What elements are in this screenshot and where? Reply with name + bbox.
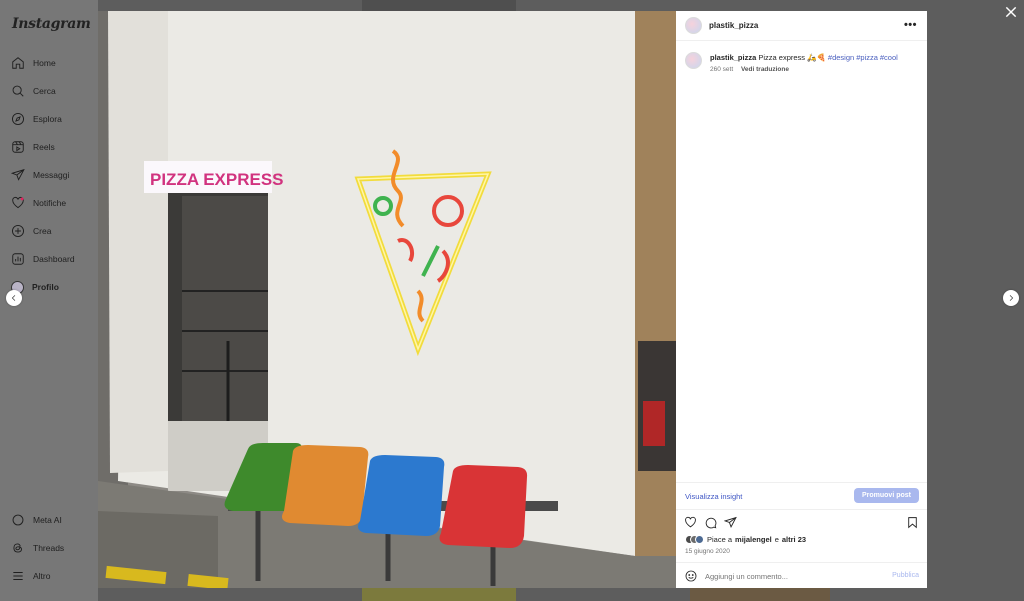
sidebar-item-label: Altro <box>33 571 51 581</box>
sidebar-item-meta-ai[interactable]: Meta AI <box>11 509 62 531</box>
next-post-button[interactable] <box>1003 290 1019 306</box>
chevron-left-icon <box>11 295 16 301</box>
comment-icon[interactable] <box>704 516 717 529</box>
hashtag-link[interactable]: #design <box>828 53 854 62</box>
likes-others[interactable]: altri 23 <box>782 535 806 544</box>
sidebar-item-more[interactable]: Altro <box>11 565 50 587</box>
close-icon[interactable] <box>1004 5 1018 19</box>
sidebar-item-search[interactable]: Cerca <box>11 80 56 102</box>
sidebar-item-label: Esplora <box>33 114 62 124</box>
share-send-icon[interactable] <box>724 516 737 529</box>
save-bookmark-icon[interactable] <box>906 516 919 529</box>
post-details-panel: plastik_pizza ••• plastik_pizza Pizza ex… <box>676 11 927 588</box>
avatar[interactable] <box>685 17 702 34</box>
post-date: 15 giugno 2020 <box>685 548 730 555</box>
compass-icon <box>11 112 25 126</box>
background-feed <box>362 588 516 601</box>
heart-icon <box>12 196 24 209</box>
meta-ai-icon <box>12 514 24 526</box>
avatar[interactable] <box>685 52 702 69</box>
post-actions <box>684 516 920 530</box>
sidebar-item-label: Home <box>33 58 56 68</box>
sidebar-item-label: Crea <box>33 226 52 236</box>
see-translation-link[interactable]: Vedi traduzione <box>741 66 789 73</box>
instagram-logo[interactable]: Instagram <box>12 16 91 32</box>
view-insights-link[interactable]: Visualizza insight <box>685 492 742 501</box>
post-author-username[interactable]: plastik_pizza <box>709 21 758 30</box>
comment-input[interactable] <box>705 572 875 581</box>
caption-username[interactable]: plastik_pizza <box>710 53 756 62</box>
hashtag-link[interactable]: #cool <box>880 53 898 62</box>
likes-prefix: Piace a <box>707 535 733 544</box>
liker-avatars <box>685 535 704 544</box>
plus-icon <box>11 224 25 238</box>
sidebar-item-create[interactable]: Crea <box>11 220 51 242</box>
post-header: plastik_pizza ••• <box>676 11 927 41</box>
dashboard-icon <box>12 253 24 265</box>
menu-icon <box>13 572 23 580</box>
caption-text: Pizza express 🛵🍕 <box>758 53 826 62</box>
more-options-icon[interactable]: ••• <box>904 19 917 31</box>
sidebar-item-dashboard[interactable]: Dashboard <box>11 248 75 270</box>
likes-joiner: e <box>774 535 779 544</box>
hashtag-link[interactable]: #pizza <box>856 53 878 62</box>
sidebar-item-notifications[interactable]: Notifiche <box>11 192 66 214</box>
sidebar-item-label: Notifiche <box>33 198 67 208</box>
post-caption: plastik_pizza Pizza express 🛵🍕 #design #p… <box>710 53 920 63</box>
post-image: PIZZA EXPRESS <box>98 11 676 588</box>
previous-post-button[interactable] <box>6 290 22 306</box>
publish-button[interactable]: Pubblica <box>892 572 919 579</box>
promote-post-button[interactable]: Promuovi post <box>854 488 919 503</box>
avatar <box>695 535 704 544</box>
sidebar-item-messages[interactable]: Messaggi <box>11 164 69 186</box>
chevron-right-icon <box>1009 295 1014 301</box>
home-icon <box>12 57 24 69</box>
like-heart-icon[interactable] <box>684 516 697 529</box>
post-age: 260 sett <box>710 66 734 73</box>
background-feed <box>690 588 830 601</box>
threads-icon <box>13 543 22 553</box>
comment-row: Pubblica <box>676 562 927 588</box>
sidebar-item-label: Threads <box>33 543 65 553</box>
post-photo[interactable]: PIZZA EXPRESS <box>98 11 676 588</box>
likes-user[interactable]: mijalengel <box>735 535 772 544</box>
sidebar-item-label: Reels <box>33 142 55 152</box>
send-icon <box>11 168 25 181</box>
sidebar-item-explore[interactable]: Esplora <box>11 108 62 130</box>
sidebar-item-label: Profilo <box>32 282 59 292</box>
caption-meta: 260 sett Vedi traduzione <box>710 66 795 73</box>
sidebar-item-label: Meta AI <box>33 515 62 525</box>
search-icon <box>12 85 24 97</box>
sidebar-item-home[interactable]: Home <box>11 52 56 74</box>
emoji-icon[interactable] <box>685 570 697 582</box>
sidebar-item-reels[interactable]: Reels <box>11 136 55 158</box>
sidebar-item-label: Cerca <box>33 86 56 96</box>
insights-row: Visualizza insight Promuovi post <box>676 482 927 510</box>
sidebar-item-label: Messaggi <box>33 170 70 180</box>
reels-icon <box>12 141 24 153</box>
sign-text: PIZZA EXPRESS <box>150 170 284 189</box>
sidebar-item-label: Dashboard <box>33 254 75 264</box>
background-feed <box>362 0 516 11</box>
sidebar-item-threads[interactable]: Threads <box>11 537 64 559</box>
likes-summary[interactable]: Piace a mijalengel e altri 23 <box>685 535 806 544</box>
